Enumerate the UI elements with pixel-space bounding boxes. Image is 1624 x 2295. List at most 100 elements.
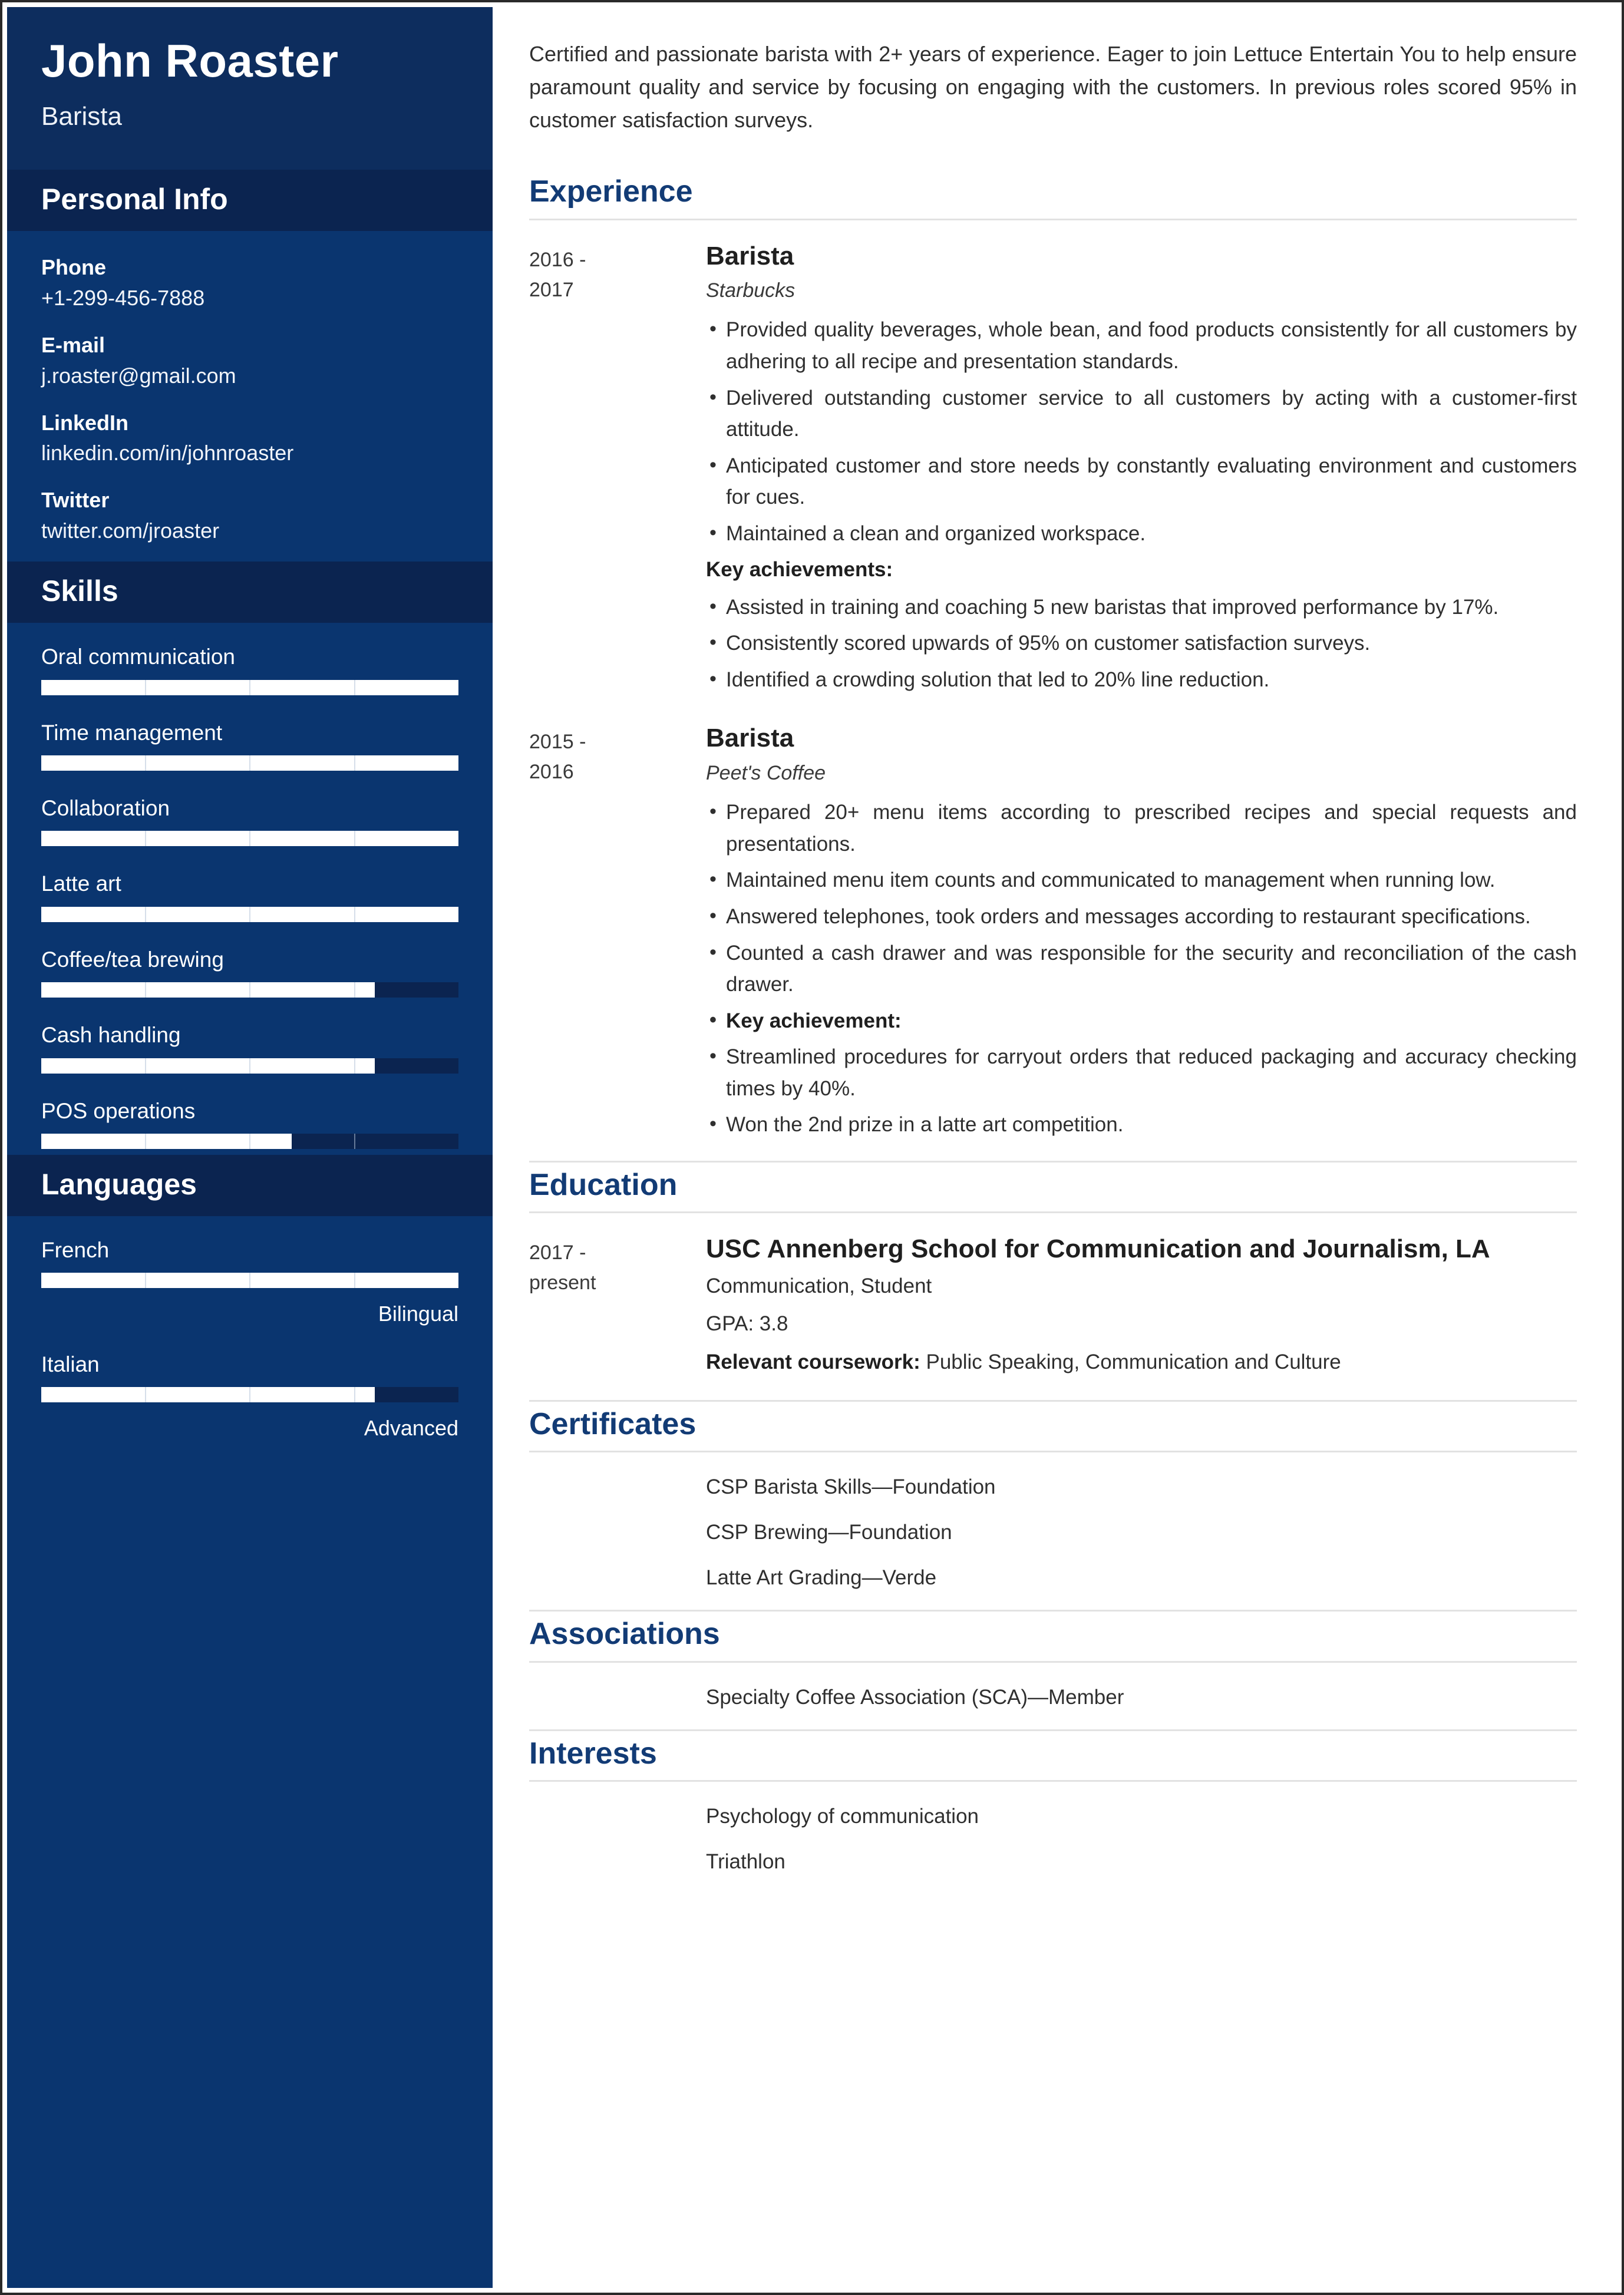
email-value[interactable]: j.roaster@gmail.com — [41, 363, 458, 389]
bullet-heading: Key achievements: — [706, 558, 893, 582]
job-title: Barista — [706, 724, 794, 753]
skills-list: Oral communication Time management Colla… — [7, 623, 493, 1155]
skill-bar — [41, 1058, 458, 1074]
skill-item: Oral communication — [41, 644, 458, 695]
entry-body: Barista Starbucks Provided quality bever… — [706, 240, 1577, 701]
main-content: Certified and passionate barista with 2+… — [493, 7, 1617, 2288]
skill-label: POS operations — [41, 1098, 196, 1123]
skill-label: Collaboration — [41, 795, 170, 820]
bold-prefix: Relevant coursework: — [706, 1350, 920, 1373]
skill-label: Latte art — [41, 871, 121, 896]
language-label: French — [41, 1237, 110, 1262]
language-item: Italian Advanced — [41, 1352, 458, 1441]
bullet-item: Identified a crowding solution that led … — [706, 663, 1577, 696]
linkedin-value[interactable]: linkedin.com/in/johnroaster — [41, 440, 458, 466]
skill-item: Cash handling — [41, 1022, 458, 1074]
contact-item-linkedin: LinkedIn linkedin.com/in/johnroaster — [41, 410, 458, 467]
twitter-value[interactable]: twitter.com/jroaster — [41, 518, 458, 544]
candidate-role: Barista — [41, 101, 122, 131]
education-line: Communication, Student — [706, 1274, 932, 1297]
bullet-item: Won the 2nd prize in a latte art competi… — [706, 1108, 1577, 1141]
list-item: CSP Brewing—Foundation — [706, 1521, 952, 1544]
education-gpa: GPA: 3.8 — [706, 1312, 788, 1336]
section-heading-interests: Interests — [529, 1729, 1577, 1782]
section-title-personal-info: Personal Info — [7, 169, 493, 231]
sidebar-header: John Roaster Barista — [7, 7, 493, 170]
language-bar-fill — [41, 1386, 375, 1402]
interests-list: Psychology of communication Triathlon — [529, 1802, 1577, 1876]
bullet-item: Streamlined procedures for carryout orde… — [706, 1041, 1577, 1104]
candidate-name: John Roaster — [41, 35, 339, 87]
skill-bar-fill — [41, 1058, 375, 1074]
skill-item: Time management — [41, 720, 458, 771]
list-item: CSP Barista Skills—Foundation — [706, 1475, 996, 1499]
skill-bar-fill — [41, 1133, 292, 1149]
list-item: Psychology of communication — [706, 1804, 979, 1828]
contact-item-phone: Phone +1-299-456-7888 — [41, 255, 458, 311]
phone-value[interactable]: +1-299-456-7888 — [41, 285, 458, 311]
bullet-item: Anticipated customer and store needs by … — [706, 450, 1577, 513]
bullet-item: Consistently scored upwards of 95% on cu… — [706, 627, 1577, 659]
skill-item: Latte art — [41, 871, 458, 922]
section-title-skills: Skills — [7, 562, 493, 623]
bullet-item: Maintained menu item counts and communic… — [706, 864, 1577, 896]
job-title: Barista — [706, 241, 794, 270]
entry-dates: 2017 - present — [529, 1233, 706, 1298]
skill-label: Oral communication — [41, 645, 236, 669]
bullet-item: Provided quality beverages, whole bean, … — [706, 313, 1577, 377]
certificates-list: CSP Barista Skills—Foundation CSP Brewing… — [529, 1472, 1577, 1592]
language-level: Bilingual — [378, 1302, 458, 1326]
entry-dates: 2015 - 2016 — [529, 722, 706, 787]
skill-bar-fill — [41, 831, 458, 847]
language-label: Italian — [41, 1352, 100, 1376]
skill-item: Collaboration — [41, 795, 458, 847]
list-item: Triathlon — [706, 1850, 785, 1873]
entry-body: USC Annenberg School for Communication a… — [706, 1233, 1577, 1385]
bullet-item: Prepared 20+ menu items according to pre… — [706, 796, 1577, 860]
skill-bar — [41, 982, 458, 998]
bullet-heading: Key achievement: — [706, 1005, 1577, 1037]
section-associations: Associations Specialty Coffee Associatio… — [529, 1610, 1577, 1711]
contact-label: LinkedIn — [41, 410, 129, 435]
language-bar — [41, 1273, 458, 1289]
bullet-item: Delivered outstanding customer service t… — [706, 382, 1577, 445]
skill-bar-fill — [41, 906, 458, 922]
skill-bar — [41, 755, 458, 771]
skill-bar-fill — [41, 755, 458, 771]
job-bullets: Prepared 20+ menu items according to pre… — [706, 796, 1577, 1141]
section-heading-associations: Associations — [529, 1610, 1577, 1663]
languages-list: French Bilingual Italian Advanced — [7, 1216, 493, 1447]
section-experience: Experience 2016 - 2017 Barista Starbucks… — [529, 169, 1577, 1145]
personal-info-list: Phone +1-299-456-7888 E-mail j.roaster@g… — [7, 231, 493, 562]
list-item: Latte Art Grading—Verde — [706, 1566, 937, 1590]
associations-list: Specialty Coffee Association (SCA)—Membe… — [529, 1683, 1577, 1712]
school-name: USC Annenberg School for Communication a… — [706, 1234, 1490, 1263]
resume-page: John Roaster Barista Personal Info Phone… — [0, 0, 1624, 2295]
language-level: Advanced — [364, 1415, 458, 1440]
employer-name: Peet's Coffee — [706, 762, 826, 785]
skill-bar — [41, 1133, 458, 1149]
education-entry: 2017 - present USC Annenberg School for … — [529, 1233, 1577, 1385]
skill-item: POS operations — [41, 1098, 458, 1149]
language-bar — [41, 1386, 458, 1402]
contact-item-email: E-mail j.roaster@gmail.com — [41, 332, 458, 389]
skill-label: Time management — [41, 720, 223, 745]
section-title-languages: Languages — [7, 1154, 493, 1216]
language-item: French Bilingual — [41, 1237, 458, 1327]
section-heading-experience: Experience — [529, 169, 1577, 220]
entry-body: Barista Peet's Coffee Prepared 20+ menu … — [706, 722, 1577, 1145]
bullet-item: Counted a cash drawer and was responsibl… — [706, 936, 1577, 1000]
skill-bar-fill — [41, 982, 375, 998]
skill-item: Coffee/tea brewing — [41, 947, 458, 998]
contact-label: Twitter — [41, 488, 110, 513]
language-bar-fill — [41, 1273, 458, 1289]
bullet-item: Maintained a clean and organized workspa… — [706, 517, 1577, 550]
list-item: Specialty Coffee Association (SCA)—Membe… — [706, 1685, 1124, 1709]
skill-bar — [41, 831, 458, 847]
skill-bar — [41, 679, 458, 695]
date-to: 2016 — [529, 761, 574, 784]
date-from: 2015 - — [529, 731, 586, 754]
education-coursework: Relevant coursework: Public Speaking, Co… — [706, 1350, 1341, 1373]
date-to: present — [529, 1271, 596, 1294]
date-to: 2017 — [529, 278, 574, 301]
